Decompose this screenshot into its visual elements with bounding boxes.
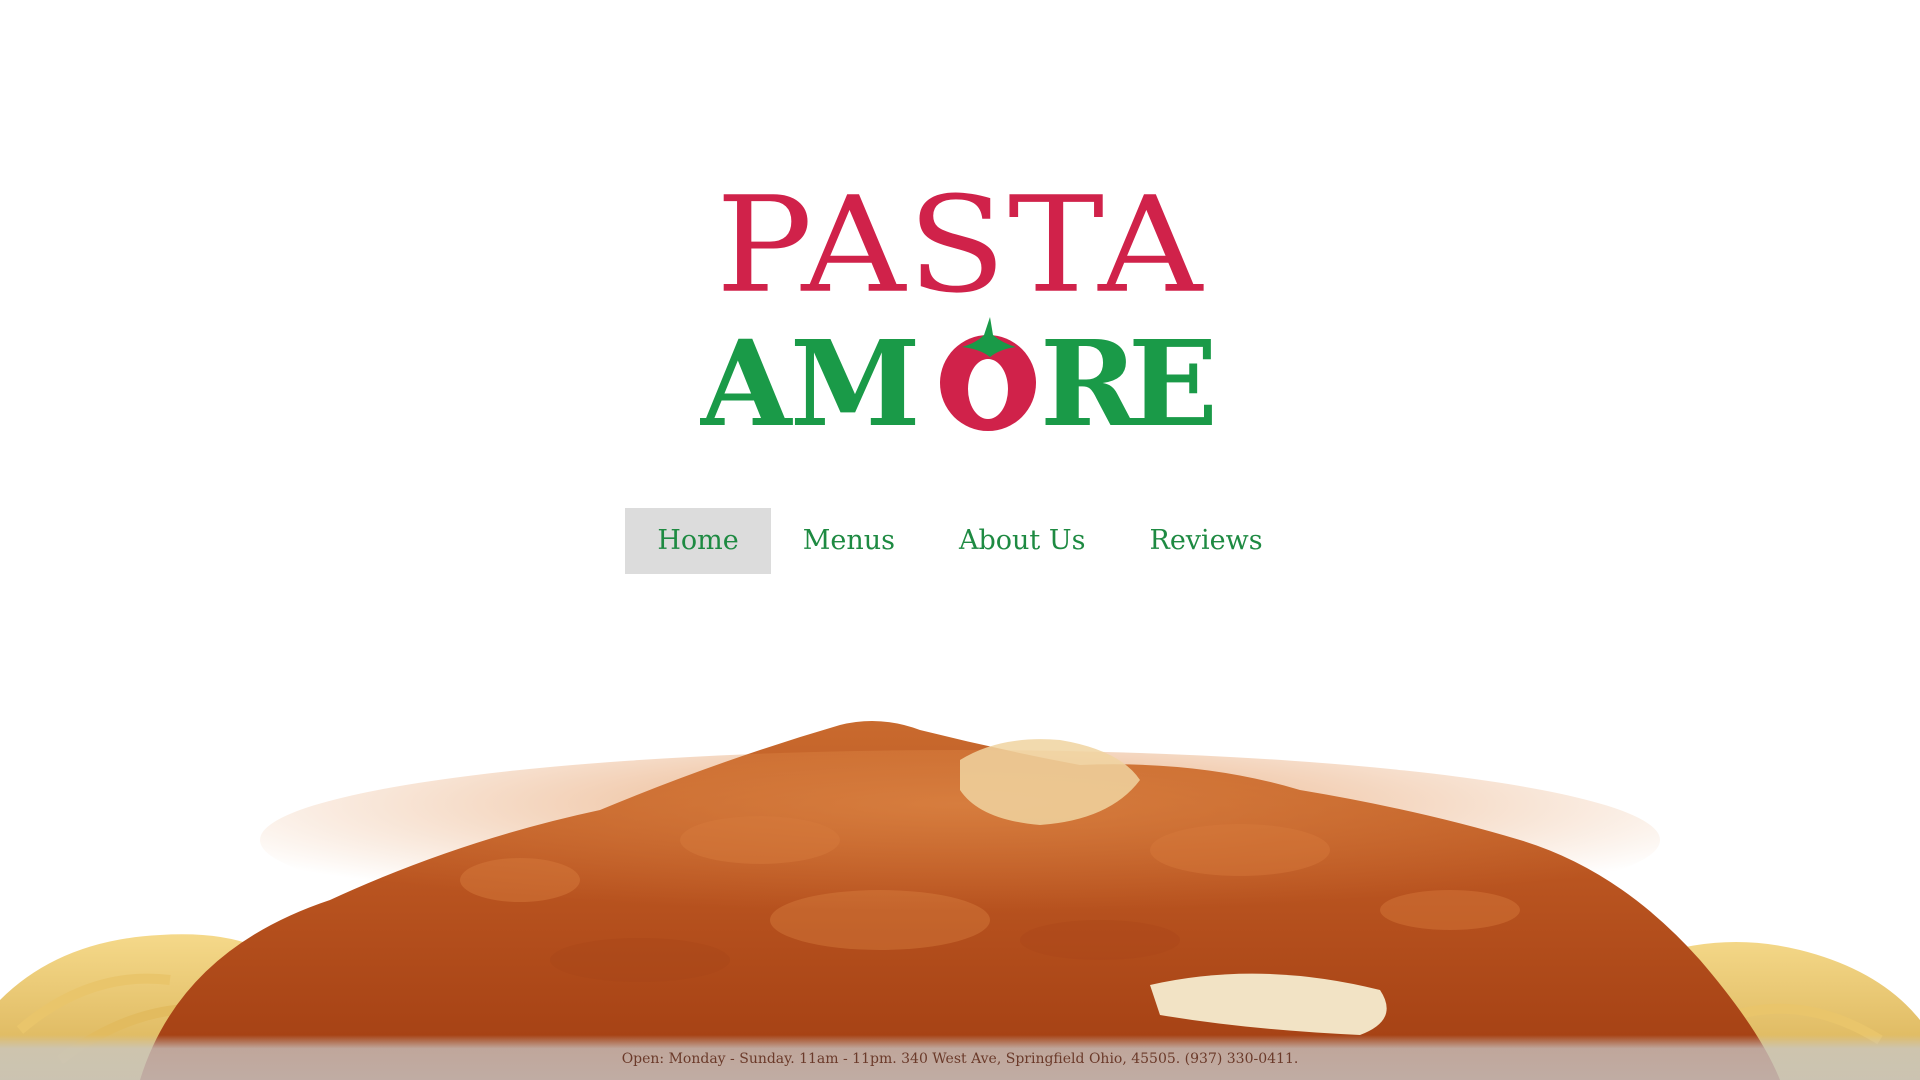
footer-hours-address: Open: Monday - Sunday. 11am - 11pm. 340 … (621, 1051, 1299, 1067)
logo-amore-graphic: A M R E (700, 317, 1218, 432)
pasta-sauce-illustration (0, 721, 1920, 1080)
nav-reviews[interactable]: Reviews (1117, 508, 1294, 574)
site-logo[interactable]: PASTA A M R E (700, 167, 1220, 435)
nav-menus[interactable]: Menus (771, 508, 927, 574)
footer-bar: Open: Monday - Sunday. 11am - 11pm. 340 … (0, 1035, 1920, 1080)
logo-letter-e: E (1128, 317, 1218, 432)
tomato-icon (940, 317, 1036, 431)
hero-pasta-image (0, 700, 1920, 1080)
logo-letter-a: A (700, 317, 793, 432)
page: PASTA A M R E Home Menus About Us Review… (0, 0, 1920, 1080)
logo-text-amore: A M R E (700, 317, 1220, 432)
logo-text-pasta: PASTA (715, 167, 1205, 323)
main-navigation: Home Menus About Us Reviews (0, 508, 1920, 574)
logo-letter-m: M (790, 317, 921, 432)
nav-about-us[interactable]: About Us (927, 508, 1117, 574)
nav-home[interactable]: Home (625, 508, 771, 574)
logo-letter-r: R (1040, 317, 1139, 432)
